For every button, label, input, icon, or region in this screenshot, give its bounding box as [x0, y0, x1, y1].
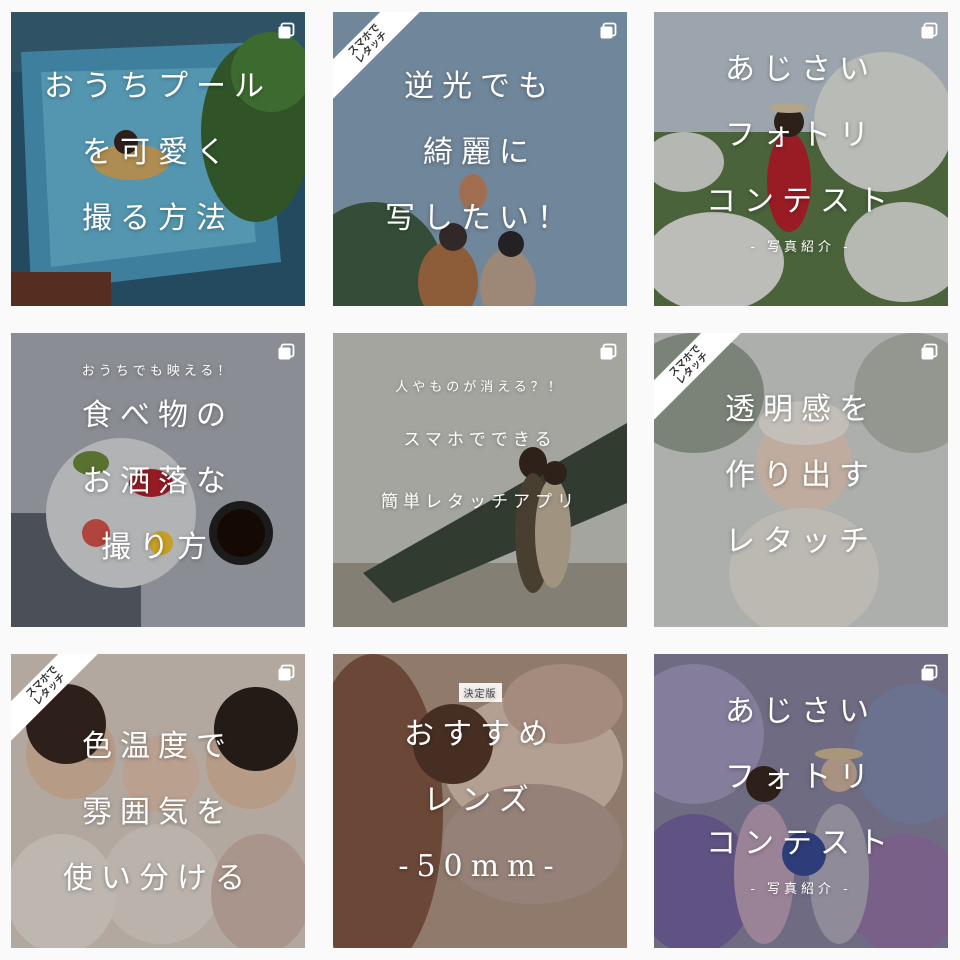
carousel-icon — [921, 343, 938, 360]
caption-line: 雰囲気を — [82, 795, 234, 830]
post-caption-2: 逆光でも 綺麗に 写したい！ — [333, 54, 627, 252]
caption-line: コンテスト — [706, 184, 896, 219]
caption-kicker: おうちでも映える！ — [81, 364, 235, 379]
post-caption-8: 決定版 おすすめ レンズ -50mm- — [333, 682, 627, 900]
post-tile-7[interactable]: スマホで レタッチ 色温度で 雰囲気を 使い分ける — [11, 654, 305, 948]
carousel-icon — [921, 664, 938, 681]
caption-line: 使い分ける — [63, 861, 253, 896]
carousel-icon — [600, 22, 617, 39]
post-tile-8[interactable]: 決定版 おすすめ レンズ -50mm- — [333, 654, 627, 948]
caption-line: おすすめ — [404, 717, 556, 752]
caption-line: 撮る方法 — [82, 201, 234, 236]
carousel-icon — [278, 22, 295, 39]
edition-badge: 決定版 — [458, 683, 502, 702]
caption-kicker: 人やものが消える？！ — [395, 380, 565, 395]
post-caption-5: 人やものが消える？！ スマホでできる 簡単レタッチアプリ — [333, 377, 627, 533]
post-tile-2[interactable]: スマホで レタッチ 逆光でも 綺麗に 写したい！ — [333, 12, 627, 306]
caption-line: フォトリ — [725, 760, 877, 795]
caption-sub: - 写真紹介 - — [750, 882, 852, 897]
caption-sub: - 写真紹介 - — [750, 240, 852, 255]
caption-line: 食べ物の — [82, 398, 234, 433]
caption-line: を可愛く — [82, 135, 234, 170]
caption-line: レタッチ — [725, 524, 877, 559]
caption-line: -50mm- — [398, 849, 562, 884]
caption-line: スマホでできる — [403, 430, 557, 450]
post-tile-3[interactable]: あじさい フォトリ コンテスト - 写真紹介 - — [654, 12, 948, 306]
caption-line: 透明感を — [725, 392, 877, 427]
caption-line: コンテスト — [706, 826, 896, 861]
post-caption-9: あじさい フォトリ コンテスト - 写真紹介 - — [654, 679, 948, 901]
post-caption-1: おうちプール を可愛く 撮る方法 — [11, 54, 305, 252]
post-tile-6[interactable]: スマホで レタッチ 透明感を 作り出す レタッチ — [654, 333, 948, 627]
caption-line: お洒落な — [82, 464, 234, 499]
carousel-icon — [921, 22, 938, 39]
caption-line: あじさい — [725, 694, 877, 729]
post-caption-6: 透明感を 作り出す レタッチ — [654, 377, 948, 575]
caption-line: 撮り方 — [101, 530, 215, 565]
post-tile-4[interactable]: おうちでも映える！ 食べ物の お洒落な 撮り方 — [11, 333, 305, 627]
caption-line: 作り出す — [725, 458, 877, 493]
post-caption-4: おうちでも映える！ 食べ物の お洒落な 撮り方 — [11, 361, 305, 581]
caption-line: フォトリ — [725, 118, 877, 153]
carousel-icon — [600, 343, 617, 360]
caption-line: 逆光でも — [404, 69, 556, 104]
post-tile-1[interactable]: おうちプール を可愛く 撮る方法 — [11, 12, 305, 306]
carousel-icon — [278, 343, 295, 360]
post-tile-5[interactable]: 人やものが消える？！ スマホでできる 簡単レタッチアプリ — [333, 333, 627, 627]
carousel-icon — [278, 664, 295, 681]
post-caption-3: あじさい フォトリ コンテスト - 写真紹介 - — [654, 37, 948, 259]
caption-line: おうちプール — [44, 69, 272, 104]
caption-line: あじさい — [725, 52, 877, 87]
post-caption-7: 色温度で 雰囲気を 使い分ける — [11, 714, 305, 912]
caption-line: 簡単レタッチアプリ — [381, 492, 579, 512]
caption-line: 色温度で — [82, 729, 234, 764]
post-tile-9[interactable]: あじさい フォトリ コンテスト - 写真紹介 - — [654, 654, 948, 948]
caption-line: 綺麗に — [423, 135, 537, 170]
post-grid: おうちプール を可愛く 撮る方法 スマホで レタッチ 逆光でも 綺麗に 写したい — [0, 0, 960, 960]
caption-line: レンズ — [423, 783, 537, 818]
caption-line: 写したい！ — [385, 201, 575, 236]
